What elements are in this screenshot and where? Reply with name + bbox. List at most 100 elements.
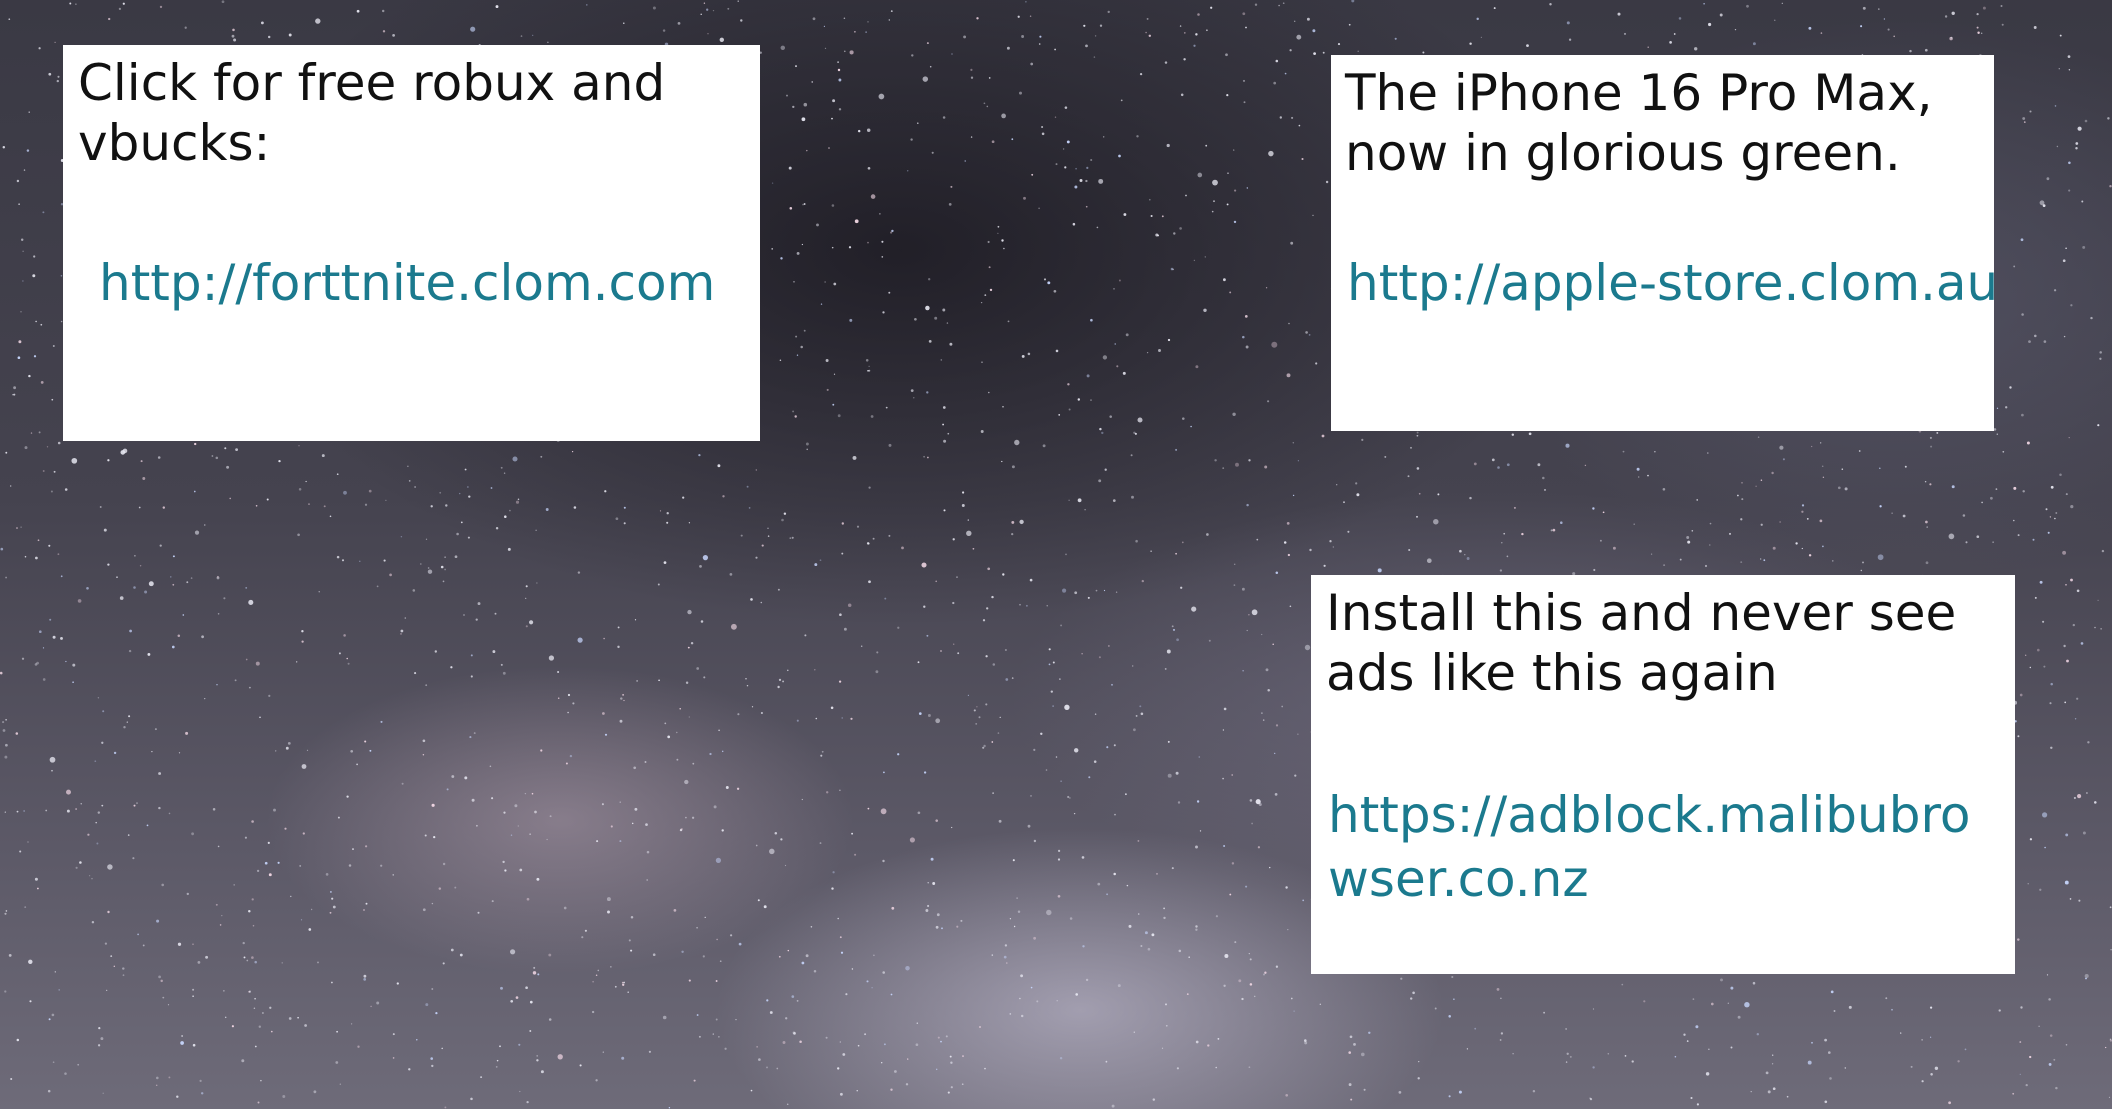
- star: [46, 446, 49, 448]
- star: [796, 999, 799, 1002]
- star: [1233, 563, 1236, 566]
- star: [1750, 1090, 1752, 1093]
- star: [242, 941, 245, 945]
- star: [1921, 1080, 1924, 1083]
- star: [988, 77, 991, 79]
- star: [791, 536, 794, 539]
- star: [950, 1061, 953, 1064]
- star: [1016, 897, 1018, 899]
- star: [30, 432, 33, 434]
- star: [991, 954, 994, 956]
- star: [80, 803, 82, 805]
- star: [1021, 354, 1025, 358]
- star: [873, 954, 875, 957]
- star: [801, 243, 804, 246]
- star: [512, 456, 518, 462]
- star: [2012, 1092, 2015, 1095]
- star: [1976, 12, 1979, 16]
- star: [988, 391, 990, 394]
- star: [1720, 978, 1723, 982]
- star: [0, 671, 3, 675]
- star: [729, 573, 733, 576]
- star: [1195, 33, 1198, 36]
- star: [780, 838, 783, 841]
- ad-card-free-robux[interactable]: Click for free robux and vbucks: http://…: [63, 45, 760, 441]
- star: [13, 393, 16, 396]
- star: [308, 928, 312, 931]
- star: [359, 560, 361, 563]
- star: [1123, 213, 1127, 216]
- ad-link[interactable]: http://forttnite.clom.com: [99, 251, 749, 315]
- star: [252, 924, 255, 927]
- star: [287, 742, 291, 745]
- star: [122, 974, 125, 977]
- star: [814, 669, 816, 671]
- ad-link[interactable]: http://apple-store.clom.au: [1347, 251, 1998, 315]
- star: [619, 801, 621, 803]
- star: [1566, 21, 1570, 25]
- star: [1347, 530, 1350, 533]
- star: [819, 559, 822, 562]
- star: [1046, 909, 1052, 916]
- star: [515, 500, 520, 504]
- star: [567, 711, 569, 714]
- star: [1002, 573, 1005, 576]
- star: [1019, 91, 1022, 95]
- star: [50, 490, 53, 493]
- star: [2053, 289, 2057, 292]
- star: [408, 1068, 411, 1071]
- star: [1104, 468, 1107, 471]
- star: [159, 544, 162, 547]
- star: [221, 0, 225, 4]
- star: [2068, 189, 2071, 192]
- ad-link[interactable]: https://adblock.malibubrowser.co.nz: [1328, 783, 1993, 911]
- star: [267, 35, 271, 39]
- star: [1692, 998, 1695, 1000]
- star: [940, 650, 942, 652]
- star: [2099, 351, 2102, 354]
- star: [1234, 189, 1237, 192]
- star: [1025, 0, 1027, 3]
- star: [1094, 35, 1097, 37]
- star: [118, 7, 122, 11]
- star: [1384, 455, 1387, 458]
- star: [2034, 334, 2037, 338]
- ad-card-iphone[interactable]: The iPhone 16 Pro Max, now in glorious g…: [1331, 55, 1998, 431]
- star: [1329, 540, 1332, 543]
- star: [2075, 147, 2078, 150]
- star: [64, 1072, 67, 1075]
- star: [1109, 415, 1112, 418]
- star: [850, 717, 853, 720]
- star: [1982, 6, 1986, 10]
- star: [305, 480, 307, 483]
- star: [182, 614, 185, 616]
- star: [1828, 1051, 1831, 1054]
- ad-card-adblock[interactable]: Install this and never see ads like this…: [1311, 575, 2015, 974]
- star: [950, 185, 953, 188]
- star: [1108, 645, 1110, 647]
- star: [607, 910, 610, 914]
- star: [1824, 1038, 1827, 1042]
- star: [962, 491, 965, 494]
- star: [172, 555, 175, 558]
- star: [763, 905, 767, 909]
- star: [702, 554, 709, 561]
- star: [1203, 308, 1207, 313]
- star: [1075, 993, 1079, 996]
- star: [1925, 520, 1928, 524]
- star: [718, 1036, 720, 1038]
- star: [1807, 1060, 1812, 1065]
- star: [1149, 198, 1151, 201]
- star: [1474, 1027, 1477, 1030]
- star: [1772, 546, 1776, 550]
- star: [364, 740, 367, 743]
- star: [831, 117, 833, 120]
- star: [1755, 485, 1757, 487]
- star: [1064, 166, 1067, 169]
- star: [504, 515, 507, 518]
- star: [223, 990, 225, 992]
- star: [49, 618, 52, 621]
- star: [1663, 564, 1666, 567]
- star: [792, 105, 795, 109]
- star: [37, 539, 40, 542]
